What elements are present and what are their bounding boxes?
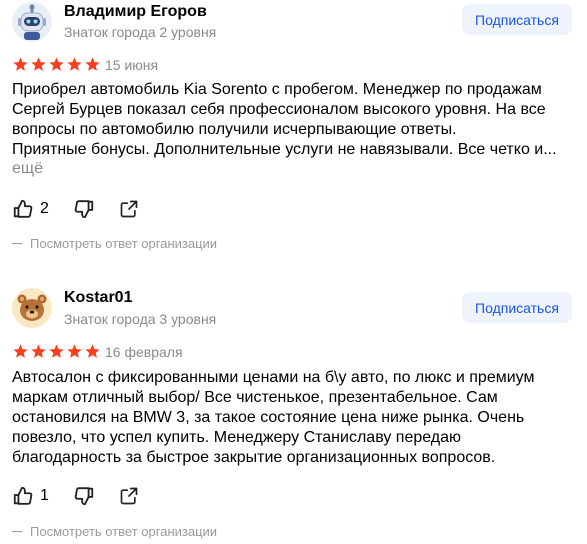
author-level: Знаток города 2 уровня: [64, 24, 217, 40]
dash-divider: [12, 531, 22, 532]
subscribe-button[interactable]: Подписаться: [462, 292, 572, 323]
star-icon: [13, 344, 28, 358]
dislike-button[interactable]: [73, 485, 95, 507]
rating-stars: [12, 343, 101, 360]
org-reply-label: Посмотреть ответ организации: [30, 524, 218, 539]
star-icon: [49, 57, 64, 71]
star-icon: [49, 344, 64, 358]
like-count: 2: [40, 200, 49, 217]
review-text: Автосалон с фиксированными ценами на б\у…: [12, 369, 535, 466]
author-level: Знаток города 3 уровня: [64, 311, 217, 327]
org-reply-label: Посмотреть ответ организации: [30, 236, 218, 251]
share-button[interactable]: [119, 486, 139, 506]
share-icon: [120, 200, 138, 218]
star-icon: [85, 344, 100, 358]
like-button[interactable]: 2: [12, 198, 49, 220]
thumbs-up-icon: [13, 199, 33, 218]
share-icon: [120, 487, 138, 505]
review-actions: 1: [12, 485, 139, 507]
bear-avatar-icon: [12, 288, 52, 328]
review-date: 16 февраля: [105, 344, 183, 360]
star-icon: [31, 57, 46, 71]
thumbs-down-icon: [74, 487, 94, 506]
review-date: 15 июня: [105, 57, 159, 73]
org-reply-link[interactable]: Посмотреть ответ организации: [12, 236, 217, 251]
thumbs-down-icon: [74, 200, 94, 219]
like-button[interactable]: 1: [12, 485, 49, 507]
thumbs-up-icon: [13, 486, 33, 505]
star-icon: [67, 57, 82, 71]
avatar[interactable]: [12, 288, 52, 328]
like-count: 1: [40, 487, 49, 504]
subscribe-button[interactable]: Подписаться: [462, 4, 572, 35]
review-text: Приобрел автомобиль Kia Sorento с пробег…: [12, 81, 557, 158]
star-icon: [13, 57, 28, 71]
star-icon: [85, 57, 100, 71]
review-card: Владимир Егоров Знаток города 2 уровня П…: [0, 0, 587, 260]
org-reply-link[interactable]: Посмотреть ответ организации: [12, 524, 217, 539]
dash-divider: [12, 243, 22, 244]
robot-avatar-icon: [12, 2, 52, 42]
review-card: Kostar01 Знаток города 3 уровня Подписат…: [0, 286, 587, 544]
share-button[interactable]: [119, 199, 139, 219]
star-icon: [31, 344, 46, 358]
review-actions: 2: [12, 198, 139, 220]
more-link[interactable]: ещё: [12, 160, 43, 178]
dislike-button[interactable]: [73, 198, 95, 220]
star-icon: [67, 344, 82, 358]
author-name[interactable]: Kostar01: [64, 289, 132, 307]
avatar[interactable]: [12, 2, 52, 42]
rating-stars: [12, 56, 101, 73]
author-name[interactable]: Владимир Егоров: [64, 3, 207, 21]
